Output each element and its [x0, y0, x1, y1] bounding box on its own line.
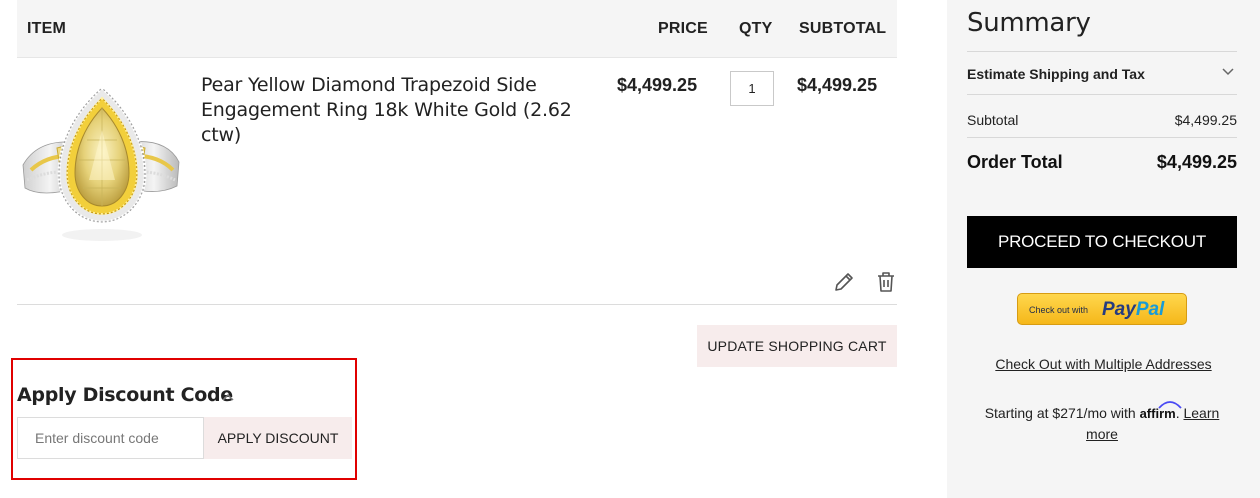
order-total-label: Order Total [967, 152, 1063, 172]
trash-icon[interactable] [875, 270, 897, 294]
discount-code-input[interactable] [17, 417, 204, 459]
header-item: ITEM [27, 20, 67, 37]
paypal-prefix: Check out with [1029, 305, 1089, 315]
pencil-icon[interactable] [832, 270, 856, 294]
affirm-arc-icon [1157, 401, 1182, 409]
update-cart-button[interactable]: UPDATE SHOPPING CART [697, 325, 897, 367]
affirm-message: Starting at $271/mo with affirm. Learn m… [967, 401, 1237, 445]
chevron-down-icon [1222, 68, 1234, 76]
paypal-brand-a: Pay [1102, 299, 1136, 320]
multiple-addresses-link[interactable]: Check Out with Multiple Addresses [947, 356, 1260, 372]
subtotal-value: $4,499.25 [1174, 112, 1237, 128]
header-qty: QTY [739, 20, 773, 37]
summary-title: Summary [967, 8, 1091, 38]
proceed-to-checkout-button[interactable]: PROCEED TO CHECKOUT [967, 216, 1237, 268]
order-total-value: $4,499.25 [1156, 152, 1237, 172]
product-name[interactable]: Pear Yellow Diamond Trapezoid Side Engag… [201, 73, 601, 148]
estimate-shipping-toggle[interactable]: Estimate Shipping and Tax [967, 52, 1237, 94]
discount-title[interactable]: Apply Discount Code [17, 384, 233, 406]
shipping-label: Estimate Shipping and Tax [967, 66, 1145, 82]
affirm-prefix: Starting at $271/mo with [984, 405, 1136, 421]
paypal-logo: PayPal [1102, 299, 1164, 321]
header-subtotal: SUBTOTAL [799, 20, 887, 37]
paypal-brand-b: Pal [1135, 299, 1165, 320]
row-divider [17, 304, 897, 305]
chevron-up-icon[interactable] [220, 390, 236, 404]
apply-discount-button[interactable]: APPLY DISCOUNT [204, 417, 352, 459]
header-price: PRICE [658, 20, 708, 37]
paypal-checkout-button[interactable]: Check out with PayPal [1017, 293, 1187, 325]
diamond-ring-image[interactable] [17, 70, 187, 245]
divider [967, 94, 1237, 95]
subtotal-label: Subtotal [967, 112, 1019, 128]
affirm-logo: affirm [1140, 401, 1182, 421]
quantity-input[interactable] [730, 71, 774, 106]
cart-table-header: ITEM PRICE QTY SUBTOTAL [17, 0, 897, 58]
divider [967, 137, 1237, 138]
product-subtotal: $4,499.25 [797, 75, 878, 95]
product-price: $4,499.25 [617, 75, 698, 95]
order-summary-panel: Summary Estimate Shipping and Tax Subtot… [947, 0, 1260, 498]
